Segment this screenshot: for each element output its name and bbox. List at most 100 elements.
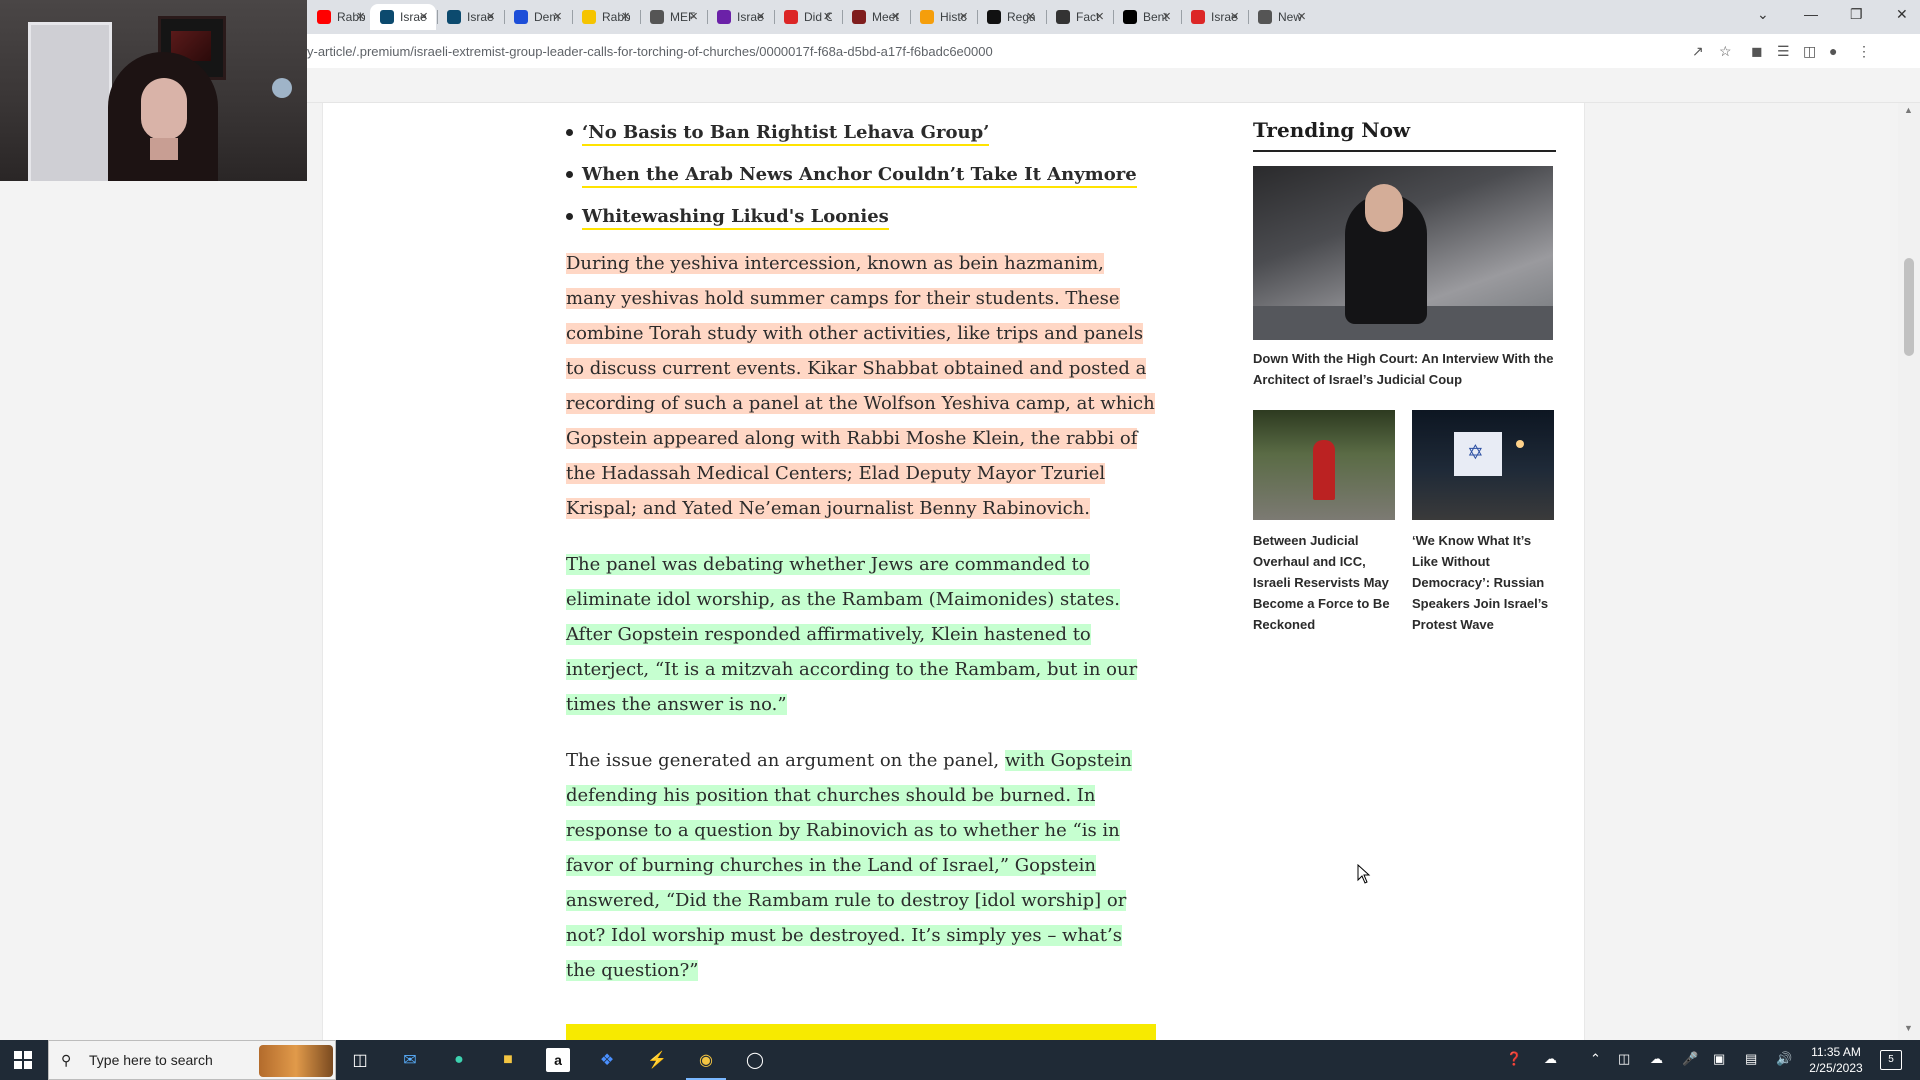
browser-tab-bar: Rabb × Israe × Israe × Dem × Rabb × MEF × Israe × Did … [307, 0, 1920, 34]
trending-main-image[interactable] [1253, 166, 1553, 340]
related-link[interactable]: When the Arab News Anchor Couldn’t Take … [582, 164, 1137, 188]
close-tab-icon[interactable]: × [1230, 8, 1239, 25]
trending-card-image[interactable] [1253, 410, 1395, 520]
browser-tab[interactable]: Histc × [910, 4, 976, 30]
minimize-icon[interactable]: — [1804, 6, 1818, 22]
highlighted-text-green: The panel was debating whether Jews are … [566, 554, 1138, 715]
browser-tab[interactable]: New × [1248, 4, 1314, 30]
star-icon[interactable]: ☆ [1719, 43, 1732, 60]
browser-tab[interactable]: Israe × [437, 4, 503, 30]
share-icon[interactable]: ↗ [1692, 43, 1704, 60]
help-icon[interactable]: ❓ [1506, 1051, 1522, 1067]
browser-tab[interactable]: Rabb × [572, 4, 638, 30]
trending-card-image[interactable] [1412, 410, 1554, 520]
url-field[interactable]: y-article/.premium/israeli-extremist-gro… [307, 44, 993, 59]
browser-tab[interactable]: Israe × [1181, 4, 1247, 30]
flame-icon [920, 10, 934, 24]
chrome-icon[interactable]: ◉ [686, 1048, 726, 1080]
lightning-app-icon[interactable]: ⚡ [645, 1048, 669, 1072]
edge-icon[interactable]: ● [447, 1048, 471, 1072]
close-tab-icon[interactable]: × [621, 8, 630, 25]
globe-icon [650, 10, 664, 24]
close-tab-icon[interactable]: × [553, 8, 562, 25]
close-tab-icon[interactable]: × [486, 8, 495, 25]
webcam-person [108, 52, 218, 181]
trending-card[interactable]: Between Judicial Overhaul and ICC, Israe… [1253, 410, 1395, 635]
tab-search-chevron-icon[interactable]: ⌄ [1757, 6, 1769, 23]
trending-main-caption[interactable]: Down With the High Court: An Interview W… [1253, 348, 1556, 390]
close-tab-icon[interactable]: × [356, 8, 365, 25]
close-tab-icon[interactable]: × [1095, 8, 1104, 25]
webcam-lamp [272, 78, 292, 98]
camera-icon[interactable]: ▣ [1713, 1051, 1725, 1067]
system-clock[interactable]: 11:35 AM 2/25/2023 [1806, 1044, 1866, 1076]
brand-icon [1056, 10, 1070, 24]
browser-tab[interactable]: Rabb × [307, 4, 373, 30]
amazon-icon[interactable]: a [546, 1048, 570, 1072]
article-body: ‘No Basis to Ban Rightist Lehava Group’ … [566, 112, 1156, 988]
file-explorer-icon[interactable]: ■ [496, 1048, 520, 1072]
related-link[interactable]: ‘No Basis to Ban Rightist Lehava Group’ [582, 122, 990, 146]
browser-tab[interactable]: Bent × [1113, 4, 1179, 30]
notification-badge[interactable]: 5 [1880, 1050, 1902, 1070]
screen-recorder-icon[interactable]: ◯ [743, 1048, 767, 1072]
restore-icon[interactable]: ❐ [1850, 6, 1863, 23]
play-icon [582, 10, 596, 24]
browser-tab[interactable]: Rega × [977, 4, 1043, 30]
trending-card-caption[interactable]: Between Judicial Overhaul and ICC, Israe… [1253, 530, 1395, 635]
task-view-icon[interactable]: ◫ [348, 1048, 372, 1072]
close-tab-icon[interactable]: × [419, 8, 428, 25]
close-tab-icon[interactable]: × [959, 8, 968, 25]
mail-icon[interactable]: ✉ [398, 1048, 422, 1072]
scroll-down-icon[interactable]: ▼ [1904, 1023, 1913, 1033]
globe-icon [1258, 10, 1272, 24]
extensions-icon[interactable]: ◼ [1751, 43, 1763, 60]
microphone-icon[interactable]: 🎤 [1682, 1051, 1698, 1067]
related-link[interactable]: Whitewashing Likud's Loonies [582, 206, 889, 230]
tray-icon[interactable]: ◫ [1618, 1051, 1630, 1067]
reading-list-icon[interactable]: ☰ [1777, 43, 1790, 60]
webcam-door [28, 22, 112, 181]
browser-tab[interactable]: Fact × [1046, 4, 1112, 30]
onedrive-icon[interactable]: ☁ [1650, 1051, 1663, 1067]
browser-tab[interactable]: Meet × [842, 4, 908, 30]
close-tab-icon[interactable]: × [1297, 8, 1306, 25]
close-window-icon[interactable]: ✕ [1896, 6, 1908, 23]
close-tab-icon[interactable]: × [823, 8, 832, 25]
close-tab-icon[interactable]: × [689, 8, 698, 25]
windows-taskbar: ⚲ Type here to search ◫ ✉ ● ■ a ❖ ⚡ ◉ ◯ … [0, 1040, 1920, 1080]
browser-tab[interactable]: Dem × [504, 4, 570, 30]
scrollbar-thumb[interactable] [1904, 258, 1914, 356]
volume-icon[interactable]: 🔊 [1776, 1051, 1792, 1067]
profile-icon[interactable]: ● [1829, 43, 1837, 59]
article-paragraph: During the yeshiva intercession, known a… [566, 246, 1156, 526]
scroll-up-icon[interactable]: ▲ [1904, 105, 1913, 115]
menu-icon[interactable]: ⋮ [1857, 43, 1871, 60]
browser-tab[interactable]: MEF × [640, 4, 706, 30]
trending-card-caption[interactable]: ‘We Know What It’s Like Without Democrac… [1412, 530, 1554, 635]
close-tab-icon[interactable]: × [891, 8, 900, 25]
dropbox-icon[interactable]: ❖ [595, 1048, 619, 1072]
related-link-item: ‘No Basis to Ban Rightist Lehava Group’ [566, 112, 1156, 154]
chevron-up-icon[interactable]: ⌃ [1590, 1051, 1601, 1067]
close-tab-icon[interactable]: × [756, 8, 765, 25]
circle-icon [717, 10, 731, 24]
close-tab-icon[interactable]: × [1026, 8, 1035, 25]
browser-tab[interactable]: Did C × [774, 4, 840, 30]
taskbar-search-box[interactable]: ⚲ Type here to search [48, 1040, 336, 1080]
trending-card[interactable]: ‘We Know What It’s Like Without Democrac… [1412, 410, 1554, 635]
clock-date: 2/25/2023 [1809, 1061, 1863, 1075]
windows-start-icon[interactable] [14, 1051, 32, 1069]
brand-icon [987, 10, 1001, 24]
network-icon[interactable]: ▤ [1745, 1051, 1757, 1067]
cloud-app-icon[interactable]: ☁ [1544, 1051, 1557, 1067]
article-text: The issue generated an argument on the p… [566, 750, 1005, 771]
browser-tab[interactable]: Israe × [370, 4, 436, 30]
side-panel-icon[interactable]: ◫ [1803, 43, 1816, 60]
plus-icon [784, 10, 798, 24]
haaretz-icon [447, 10, 461, 24]
close-tab-icon[interactable]: × [1162, 8, 1171, 25]
youtube-icon [317, 10, 331, 24]
browser-tab[interactable]: Israe × [707, 4, 773, 30]
page-scrollbar[interactable]: ▲ ▼ [1898, 103, 1920, 1040]
